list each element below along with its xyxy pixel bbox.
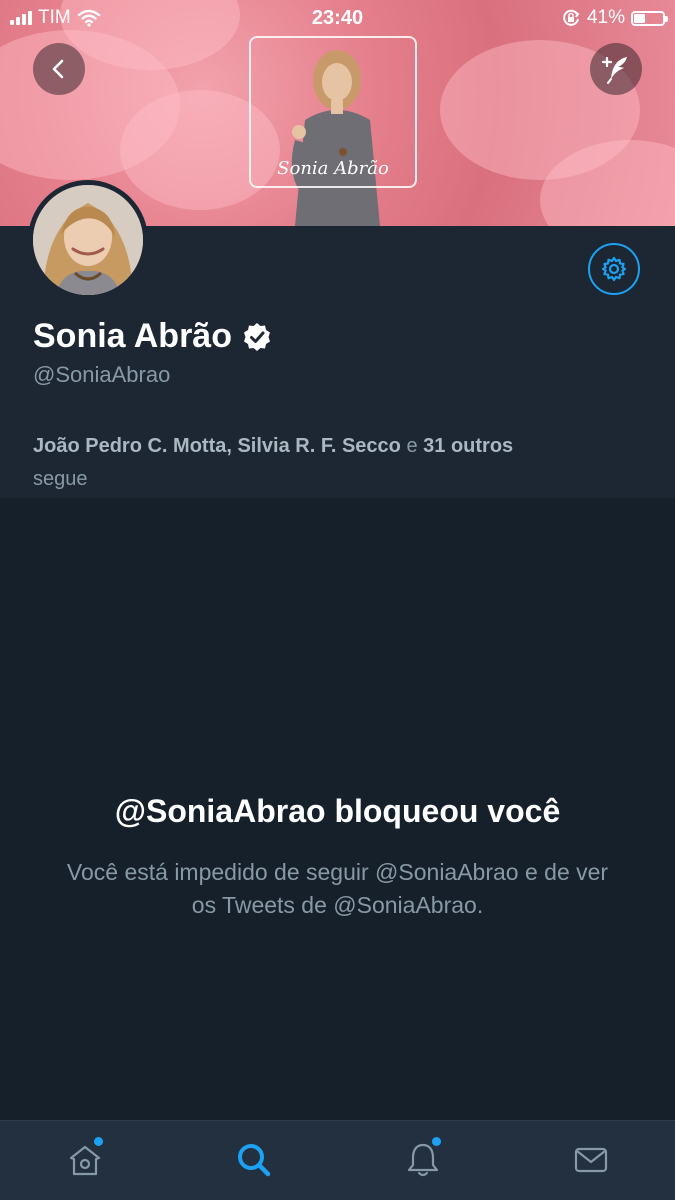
followed-by-text[interactable]: João Pedro C. Motta, Silvia R. F. Secco …	[33, 430, 533, 496]
carrier-name: TIM	[38, 7, 71, 28]
followed-by-count: 31	[423, 435, 446, 457]
tab-messages[interactable]	[566, 1135, 616, 1185]
profile-handle: @SoniaAbrao	[33, 362, 171, 387]
bottom-tab-bar	[0, 1120, 675, 1200]
orientation-lock-icon	[563, 9, 580, 26]
tab-search[interactable]	[229, 1135, 279, 1185]
blocked-description: Você está impedido de seguir @SoniaAbrao…	[66, 859, 609, 918]
avatar[interactable]	[28, 180, 148, 300]
verified-badge-icon	[244, 322, 270, 351]
battery-percent: 41%	[586, 7, 625, 28]
home-badge	[94, 1137, 103, 1146]
search-icon	[238, 1144, 271, 1177]
profile-name: Sonia Abrão	[33, 317, 232, 355]
status-bar: TIM 23:40 41%	[0, 0, 675, 36]
followed-by-suffix: segue	[33, 468, 88, 490]
chevron-left-icon	[52, 59, 64, 79]
profile-settings-button[interactable]	[588, 243, 640, 295]
followed-by-conjunction: e	[406, 435, 418, 457]
blocked-title: @SoniaAbrao bloqueou você	[114, 793, 561, 829]
tab-home[interactable]	[60, 1135, 110, 1185]
banner-caption: Sonia Abrão	[277, 158, 389, 179]
home-icon	[69, 1145, 101, 1176]
mail-icon	[574, 1147, 608, 1173]
notifications-badge	[432, 1137, 441, 1146]
signal-icon	[10, 11, 32, 25]
back-button[interactable]	[33, 43, 85, 95]
followed-by-names: João Pedro C. Motta, Silvia R. F. Secco	[33, 435, 401, 457]
profile-name-row: Sonia Abrão	[33, 317, 272, 356]
battery-icon	[631, 10, 668, 26]
bell-icon	[407, 1143, 439, 1177]
wifi-icon	[77, 9, 100, 27]
compose-tweet-button[interactable]	[590, 43, 642, 95]
tab-notifications[interactable]	[398, 1135, 448, 1185]
followed-by-others: outros	[450, 435, 514, 457]
gear-icon	[601, 256, 627, 282]
battery-level	[634, 13, 645, 23]
compose-tweet-icon	[601, 56, 627, 84]
